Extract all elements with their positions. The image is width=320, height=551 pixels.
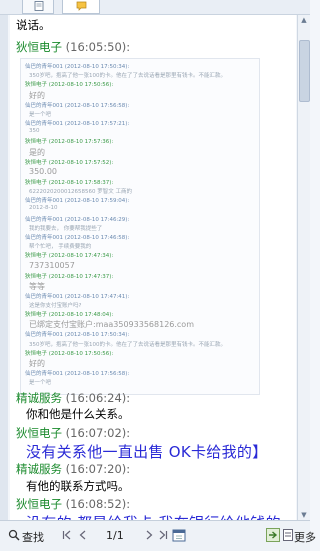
pasted-line: 狄恒电子 (2012-08-10 17:57:36): [25, 139, 114, 146]
scroll-down-icon[interactable]: ▼ [298, 510, 310, 520]
sender-name[interactable]: 精诚服务 [16, 391, 62, 405]
pasted-line: 仙巴的青年001 (2012-08-10 17:56:58): [25, 102, 130, 109]
pasted-line: 仙巴的青年001 (2012-08-10 17:56:58): [25, 371, 130, 377]
pasted-line: 350.00 [29, 166, 57, 176]
pasted-line: 好的 [29, 359, 45, 368]
pasted-line: 等等 [29, 281, 45, 291]
pasted-line: 350岁吧，抱高了他一张100的卡。他在了了去说话看是那里有钱卡。不能汇款。 [29, 341, 226, 348]
message-text: 没有的 都是给我卡 我在银行给他钱的 [26, 512, 281, 520]
pasted-line: 狄恒电子 (2012-08-10 17:57:52): [25, 159, 114, 166]
message-time: (16:08:52): [65, 497, 131, 511]
pasted-line: 是的 [29, 147, 45, 157]
chat-history-pane: 说话。 狄恒电子 (16:05:50): 仙巴的青年001 (2012-08-1… [10, 15, 296, 520]
scroll-up-icon[interactable]: ▲ [298, 15, 310, 25]
message-header: 精诚服务 (16:07:20): [16, 461, 130, 477]
pasted-line: 是一个吧 [29, 111, 52, 118]
message-text: 没有关系他一直出售 OK卡给我的】 [26, 443, 268, 461]
pasted-line: 6222020200012658560 罗智文 工商的 [29, 189, 132, 195]
message-header: 狄恒电子 (16:08:52): [16, 496, 130, 512]
sender-name[interactable]: 狄恒电子 [16, 40, 62, 54]
tab-message[interactable] [62, 0, 100, 14]
pasted-line: 狄恒电子 (2012-08-10 17:47:34): [25, 253, 114, 260]
pasted-line: 狄恒电子 (2012-08-10 17:50:56): [25, 82, 114, 89]
pasted-line: 狄恒电子 (2012-08-10 17:47:37): [25, 273, 114, 280]
pasted-line: 已绑定支付宝账户:maa350933568126.com [29, 320, 194, 330]
pasted-line: 仙巴的青年001 (2012-08-10 17:59:04): [25, 198, 130, 205]
tab-strip [0, 0, 310, 15]
calendar-icon[interactable] [172, 528, 186, 542]
first-page-icon[interactable] [62, 530, 72, 540]
pasted-line: 仙巴的青年001 (2012-08-10 17:47:41): [25, 293, 130, 300]
sender-name[interactable]: 狄恒电子 [16, 426, 62, 440]
export-arrow-icon[interactable] [266, 528, 280, 542]
tab-chat-history[interactable] [22, 0, 54, 14]
previous-page-icon[interactable] [78, 530, 88, 540]
message-time: (16:06:24): [65, 391, 131, 405]
pasted-line: 2012-8-10 [29, 205, 58, 212]
search-icon[interactable] [8, 529, 20, 541]
pasted-line: 狄恒电子 (2012-08-10 17:58:37): [25, 179, 114, 186]
pasted-line: 仙巴的青年001 (2012-08-10 17:50:34): [25, 332, 130, 339]
pasted-line: 这是你支付宝账户吗? [29, 303, 82, 309]
pasted-line: 我的我要去， 你要帮我提些了 [29, 225, 103, 232]
message-header: 狄恒电子 (16:05:50): [16, 39, 130, 55]
message-header: 精诚服务 (16:06:24): [16, 390, 130, 406]
page-indicator: 1/1 [106, 529, 124, 542]
search-button[interactable]: 查找 [22, 529, 44, 545]
pasted-line: 仙巴的青年001 (2012-08-10 17:57:21): [25, 121, 130, 127]
pasted-line: 是一个吧 [29, 380, 52, 387]
pasted-line: 狄恒电子 (2012-08-10 17:50:56): [25, 350, 114, 357]
message-time: (16:05:50): [65, 40, 131, 54]
sender-name[interactable]: 精诚服务 [16, 462, 62, 476]
chat-bubble-icon [76, 1, 87, 11]
pasted-line: 仙巴的青年001 (2012-08-10 17:46:29): [25, 216, 130, 223]
sender-name[interactable]: 狄恒电子 [16, 497, 62, 511]
message-text: 说话。 [16, 18, 51, 32]
last-page-icon[interactable] [158, 530, 168, 540]
pasted-line: 好的 [29, 90, 45, 100]
scrollbar-thumb[interactable] [299, 40, 310, 102]
pasted-line: 狄恒电子 (2012-08-10 17:48:04): [25, 312, 114, 319]
more-options-icon[interactable] [283, 529, 293, 541]
message-text: 有他的联系方式吗。 [26, 479, 130, 493]
pasted-line: 仙巴的青年001 (2012-08-10 17:46:58): [25, 235, 130, 241]
pasted-line: 帮个忙吧， 手续费要我的 [29, 244, 92, 251]
next-page-icon[interactable] [144, 530, 154, 540]
bottom-toolbar: 查找 1/1 更多 [0, 520, 316, 551]
pasted-line: 仙巴的青年001 (2012-08-10 17:50:34): [25, 64, 130, 70]
pasted-chat-screenshot[interactable]: 仙巴的青年001 (2012-08-10 17:50:34): 350岁吧，抱高了… [20, 58, 260, 395]
message-text: 你和他是什么关系。 [26, 407, 130, 421]
message-time: (16:07:20): [65, 462, 131, 476]
message-header: 狄恒电子 (16:07:02): [16, 425, 130, 441]
pasted-line: 737310057 [29, 260, 75, 270]
message-time: (16:07:02): [65, 426, 131, 440]
pasted-line: 350 [29, 128, 40, 135]
more-button[interactable]: 更多 [294, 529, 316, 545]
vertical-scrollbar[interactable]: ▲ ▼ [297, 15, 310, 520]
left-gutter [0, 15, 8, 520]
document-icon [34, 1, 44, 11]
pasted-line: 350岁吧，抱高了他一张100的卡。他在了了去说话看是那里有钱卡。不能汇款。 [29, 73, 226, 80]
